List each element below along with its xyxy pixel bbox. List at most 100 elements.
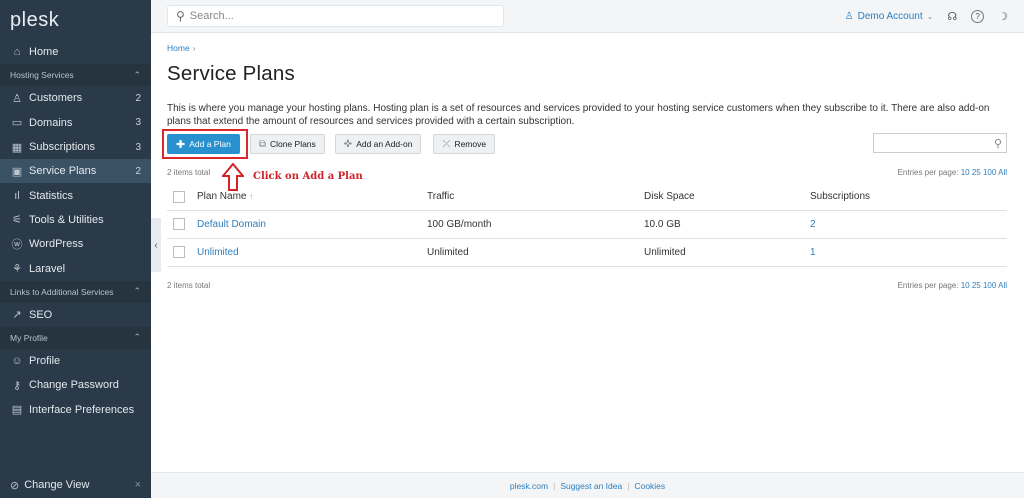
sidebar-item-label: Service Plans [29,165,97,178]
sidebar-item-count: 3 [135,117,141,129]
sidebar-item-count: 2 [135,92,141,104]
table-search-input[interactable]: ⚲ [873,133,1007,153]
sidebar-item-count: 3 [135,141,141,153]
grid-icon: ▦ [11,141,23,154]
user-icon: ♙ [12,92,22,105]
moon-icon[interactable]: ☽ [998,10,1008,23]
collapse-sidebar-button[interactable]: ‹ [151,218,161,272]
row-checkbox[interactable] [173,218,185,230]
sidebar-item-profile[interactable]: ☺ Profile [0,349,151,373]
sidebar-item-subscriptions[interactable]: ▦ Subscriptions 3 [0,135,151,159]
plesk-logo[interactable]: plesk [0,0,151,40]
sidebar-item-change-password[interactable]: ⚷ Change Password [0,373,151,397]
row-select-cell [167,210,197,239]
sidebar-item-customers[interactable]: ♙ Customers 2 [0,86,151,110]
subscriptions-cell: 2 [810,210,1007,239]
sidebar-item-wordpress[interactable]: ⓦ WordPress [0,232,151,256]
chevron-up-icon: ⌃ [133,69,141,80]
add-addon-icon: ✜ [343,138,353,150]
page-title: Service Plans [167,62,295,85]
breadcrumb-home[interactable]: Home [167,43,190,53]
chevron-up-icon: ⌃ [133,286,141,297]
subscriptions-cell: 1 [810,238,1007,267]
help-icon[interactable]: ? [971,10,985,23]
sidebar-item-label: Laravel [29,262,66,275]
remove-button[interactable]: ⤫ Remove [433,134,496,154]
sidebar-section-header[interactable]: Hosting Services ⌃ [0,64,151,87]
sidebar-item-seo[interactable]: ↗ SEO [0,303,151,327]
entries-per-page-bottom: Entries per page: 10 25 100 All [898,281,1007,290]
sidebar-item-label: Customers [29,92,83,105]
section-label: My Profile [10,332,48,343]
sidebar-section-header[interactable]: Links to Additional Services ⌃ [0,280,151,303]
footer-link-plesk[interactable]: plesk.com [510,481,548,491]
sidebar-item-label: WordPress [29,238,84,251]
clone-plans-button[interactable]: ⧉ Clone Plans [249,134,325,154]
row-checkbox[interactable] [173,246,185,258]
search-input[interactable]: ⚲ Search... [167,5,504,27]
row-select-cell [167,238,197,267]
footer-link-suggest[interactable]: Suggest an Idea [560,481,622,491]
change-view-button[interactable]: ⊘ Change View × [0,472,151,498]
remove-icon: ⤫ [442,138,451,150]
topbar-actions: ♙ Demo Account ⌄ ☊ ? ☽ [845,0,1008,33]
table-row: Default Domain 100 GB/month 10.0 GB 2 [167,210,1007,239]
subscriptions-link[interactable]: 2 [810,219,816,230]
user-icon: ♙ [844,11,854,22]
clone-plans-label: Clone Plans [269,139,316,149]
sidebar-item-label: Domains [29,116,73,129]
search-icon: ⚲ [176,9,185,23]
sidebar-item-statistics[interactable]: ıl Statistics [0,183,151,207]
plan-name-link[interactable]: Unlimited [197,247,239,258]
footer-link-cookies[interactable]: Cookies [634,481,665,491]
select-all-cell [167,184,197,211]
col-disk-space[interactable]: Disk Space [644,184,810,211]
section-label: Links to Additional Services [10,286,114,297]
sidebar-section-header[interactable]: My Profile ⌃ [0,326,151,349]
laravel-icon: ⚘ [12,263,22,276]
disk-space-cell: Unlimited [644,238,810,267]
clone-icon: ⧉ [258,138,266,150]
chevron-down-icon: ⌄ [926,12,934,21]
sidebar-item-label: SEO [29,308,53,321]
annotation-highlight-box [162,129,248,159]
sidebar-item-interface-preferences[interactable]: ▤ Interface Preferences [0,398,151,422]
change-view-label: Change View [24,479,90,491]
plan-name-cell: Unlimited [197,238,427,267]
book-icon: ▣ [11,165,23,178]
chart-up-icon: ↗ [12,309,22,322]
col-traffic[interactable]: Traffic [427,184,644,211]
close-icon[interactable]: × [135,479,141,491]
footer-separator: | [553,480,556,491]
sort-up-icon: ↑ [249,192,254,202]
plan-name-cell: Default Domain [197,210,427,239]
home-icon: ⌂ [13,46,21,59]
sidebar-item-home[interactable]: ⌂ Home [0,40,151,64]
sidebar-item-service-plans[interactable]: ▣ Service Plans 2 [0,159,151,184]
entries-options[interactable]: 10 25 100 All [961,281,1007,290]
toolbar: ✚ Add a Plan ⧉ Clone Plans ✜ Add an Add-… [162,129,505,159]
monitor-icon: ▭ [11,117,23,130]
service-plans-table: Plan Name ↑ Traffic Disk Space Subscript… [167,184,1007,267]
account-name: Demo Account [857,11,923,22]
col-plan-name[interactable]: Plan Name ↑ [197,184,427,211]
entries-options[interactable]: 10 25 100 All [961,168,1007,177]
wordpress-icon: ⓦ [11,239,23,252]
sidebar-item-laravel[interactable]: ⚘ Laravel [0,256,151,280]
col-subscriptions[interactable]: Subscriptions [810,184,1007,211]
sidebar-item-tools[interactable]: ⚟ Tools & Utilities [0,208,151,232]
account-menu[interactable]: ♙ Demo Account ⌄ [845,11,934,22]
add-addon-button[interactable]: ✜ Add an Add-on [334,134,422,154]
chevron-right-icon: › [192,43,196,53]
sidebar-item-domains[interactable]: ▭ Domains 3 [0,111,151,135]
items-total-top: 2 items total [167,168,211,177]
sidebar-item-label: Interface Preferences [29,403,135,416]
entries-label: Entries per page: [897,281,959,290]
entries-per-page-top: Entries per page: 10 25 100 All [898,168,1007,177]
add-addon-label: Add an Add-on [356,139,413,149]
ideas-icon[interactable]: ☊ [947,10,957,23]
select-all-checkbox[interactable] [173,190,185,203]
subscriptions-link[interactable]: 1 [810,247,816,258]
plan-name-link[interactable]: Default Domain [197,219,266,230]
items-total-bottom: 2 items total [167,281,211,290]
